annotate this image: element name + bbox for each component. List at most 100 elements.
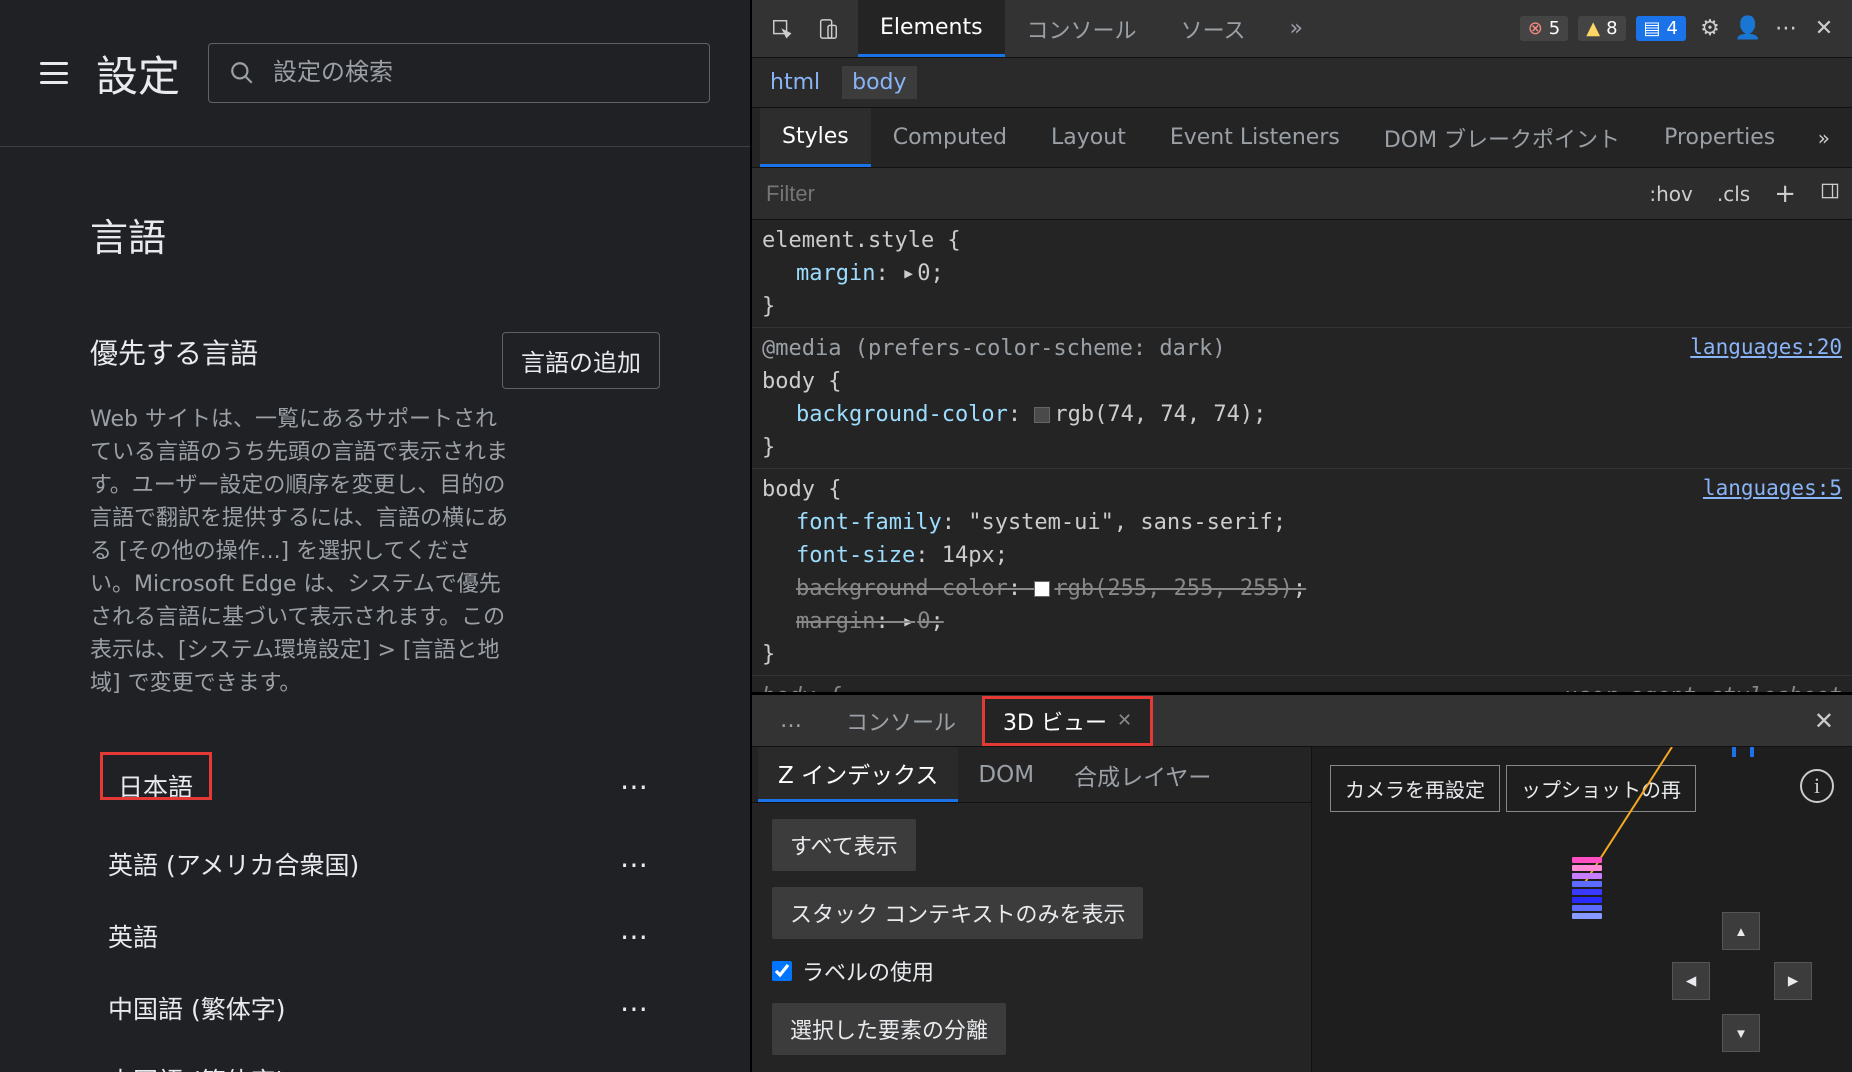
language-name: 中国語 (簡体字) — [108, 1062, 285, 1072]
tab-properties[interactable]: Properties — [1642, 108, 1797, 167]
close-tab-icon[interactable]: ✕ — [1117, 710, 1132, 731]
language-item[interactable]: 英語 (アメリカ合衆国) ⋯ — [90, 828, 660, 900]
close-icon[interactable]: ✕ — [1810, 16, 1838, 41]
account-icon[interactable]: 👤 — [1734, 16, 1762, 41]
hov-toggle[interactable]: :hov — [1637, 182, 1705, 206]
styles-filter-input[interactable] — [752, 168, 1637, 219]
device-toggle-icon[interactable] — [808, 9, 848, 49]
tab-computed[interactable]: Computed — [871, 108, 1029, 167]
css-rule[interactable]: user agent stylesheet body { — [752, 676, 1852, 692]
tab-layout[interactable]: Layout — [1029, 108, 1148, 167]
breadcrumb-body[interactable]: body — [842, 66, 916, 99]
styles-filter-row: :hov .cls + — [752, 168, 1852, 220]
settings-title: 設定 — [96, 43, 180, 104]
message-badge[interactable]: 4 — [1636, 16, 1686, 41]
info-icon[interactable]: i — [1800, 769, 1834, 803]
pan-up-button[interactable]: ▲ — [1722, 912, 1760, 950]
toggle-sidebar-icon[interactable] — [1808, 181, 1852, 206]
kebab-icon[interactable]: ⋯ — [1772, 16, 1800, 41]
more-icon[interactable]: ⋯ — [620, 770, 650, 803]
zindex-panel: Z インデックス DOM 合成レイヤー すべて表示 スタック コンテキストのみを… — [752, 747, 1312, 1072]
search-box[interactable] — [208, 43, 710, 103]
dom-breadcrumb: html body — [752, 58, 1852, 108]
tabs-overflow-icon[interactable]: » — [1267, 0, 1324, 57]
drawer-tab-3dview[interactable]: 3D ビュー ✕ — [982, 696, 1153, 746]
zindex-controls: すべて表示 スタック コンテキストのみを表示 ラベルの使用 選択した要素の分離 — [752, 803, 1311, 1071]
language-name: 中国語 (繁体字) — [108, 990, 285, 1026]
dpad: ▲ ◀ ▶ ▼ — [1672, 912, 1812, 1052]
drawer-more-icon[interactable]: … — [762, 702, 820, 739]
css-rule[interactable]: languages:20 @media (prefers-color-schem… — [752, 328, 1852, 469]
selector-text: element.style { — [762, 228, 961, 253]
reset-camera-button[interactable]: カメラを再設定 — [1330, 765, 1500, 812]
pan-left-button[interactable]: ◀ — [1672, 962, 1710, 1000]
language-item[interactable]: 英語 ⋯ — [90, 900, 660, 972]
3d-viewport[interactable]: カメラを再設定 ップショットの再 i ▲ ◀ ▶ — [1312, 747, 1852, 1072]
tab-console[interactable]: コンソール — [1005, 0, 1159, 57]
checkbox-label: ラベルの使用 — [802, 955, 934, 987]
css-rule[interactable]: element.style { margin: 0; } — [752, 220, 1852, 328]
isolate-element-button[interactable]: 選択した要素の分離 — [772, 1003, 1006, 1055]
stack-context-only-button[interactable]: スタック コンテキストのみを表示 — [772, 887, 1143, 939]
tab-sources[interactable]: ソース — [1159, 0, 1268, 57]
tab-event-listeners[interactable]: Event Listeners — [1148, 108, 1362, 167]
pan-right-button[interactable]: ▶ — [1774, 962, 1812, 1000]
inspect-icon[interactable] — [762, 9, 802, 49]
ua-stylesheet-label: user agent stylesheet — [1564, 680, 1842, 692]
add-language-button[interactable]: 言語の追加 — [502, 332, 660, 389]
drawer-close-icon[interactable]: ✕ — [1806, 707, 1842, 735]
new-rule-icon[interactable]: + — [1762, 179, 1808, 209]
show-all-button[interactable]: すべて表示 — [772, 819, 916, 871]
tab-3d-dom[interactable]: DOM — [958, 747, 1054, 802]
styles-overflow-icon[interactable]: » — [1804, 108, 1844, 167]
tab-styles[interactable]: Styles — [760, 108, 871, 167]
brace-close: } — [762, 642, 775, 667]
menu-icon[interactable] — [40, 62, 68, 84]
selector-text: body { — [762, 684, 841, 692]
pan-down-button[interactable]: ▼ — [1722, 1014, 1760, 1052]
selector-text: body { — [762, 477, 841, 502]
source-link[interactable]: languages:5 — [1703, 473, 1842, 505]
more-icon[interactable]: ⋯ — [620, 920, 650, 953]
drawer-tabs: … コンソール 3D ビュー ✕ ✕ — [752, 695, 1852, 747]
breadcrumb-html[interactable]: html — [770, 70, 820, 95]
language-item[interactable]: 中国語 (繁体字) ⋯ — [90, 972, 660, 1044]
css-prop: font-family — [796, 510, 942, 535]
css-rule[interactable]: languages:5 body { font-family: "system-… — [752, 469, 1852, 676]
drawer-tab-console[interactable]: コンソール — [828, 699, 974, 743]
css-rules-panel: element.style { margin: 0; } languages:2… — [752, 220, 1852, 692]
css-prop: margin — [796, 261, 875, 286]
language-name: 英語 (アメリカ合衆国) — [108, 846, 359, 882]
language-name: 英語 — [108, 918, 158, 954]
tab-dom-breakpoints[interactable]: DOM ブレークポイント — [1362, 108, 1642, 167]
source-link[interactable]: languages:20 — [1690, 332, 1842, 364]
tab-zindex[interactable]: Z インデックス — [758, 747, 958, 802]
more-icon[interactable]: ⋯ — [620, 992, 650, 1025]
error-badge[interactable]: 5 — [1520, 16, 1569, 41]
warning-badge[interactable]: 8 — [1578, 16, 1625, 41]
search-input[interactable] — [273, 59, 689, 87]
css-val: 0 — [917, 261, 930, 286]
more-icon[interactable]: ⋯ — [620, 848, 650, 881]
tab-composite[interactable]: 合成レイヤー — [1054, 747, 1231, 802]
more-icon[interactable]: ⋯ — [620, 1064, 650, 1072]
color-swatch[interactable] — [1034, 581, 1050, 597]
css-val: rgb(255, 255, 255) — [1054, 576, 1292, 601]
tab-elements[interactable]: Elements — [858, 0, 1005, 57]
use-labels-checkbox[interactable]: ラベルの使用 — [772, 955, 1291, 987]
cls-toggle[interactable]: .cls — [1705, 182, 1762, 206]
3d-stack-preview — [1572, 857, 1602, 937]
color-swatch[interactable] — [1034, 407, 1050, 423]
checkbox-input[interactable] — [772, 961, 792, 981]
media-text: @media (prefers-color-scheme: dark) — [762, 336, 1226, 361]
gear-icon[interactable]: ⚙ — [1696, 16, 1724, 41]
brace-close: } — [762, 435, 775, 460]
language-item[interactable]: 日本語 ⋯ — [90, 744, 660, 828]
guideline — [1522, 747, 1682, 887]
devtools-toolbar: Elements コンソール ソース » 5 8 4 ⚙ 👤 ⋯ ✕ — [752, 0, 1852, 58]
settings-header: 設定 — [0, 0, 750, 147]
language-item[interactable]: 中国語 (簡体字) ⋯ — [90, 1044, 660, 1072]
styles-tabs: Styles Computed Layout Event Listeners D… — [752, 108, 1852, 168]
css-prop: margin — [796, 609, 875, 634]
selector-text: body { — [762, 369, 841, 394]
